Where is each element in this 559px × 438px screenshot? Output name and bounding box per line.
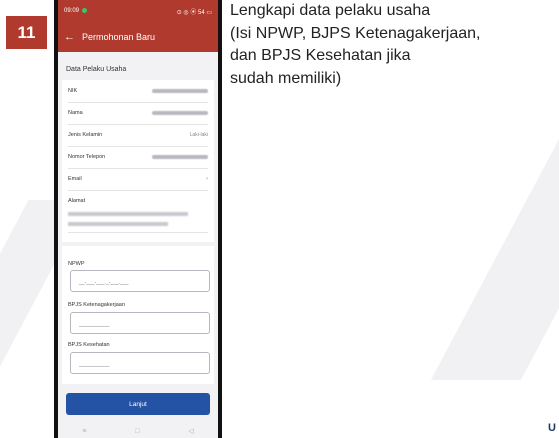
instruction-line: Lengkapi data pelaku usaha [230,2,431,19]
status-time: 09:09 [64,8,80,15]
bpjs-kesehatan-input[interactable]: ___________ [70,352,210,374]
npwp-label: NPWP [68,261,85,267]
arrow-left-icon[interactable]: ← [64,31,75,43]
redacted-address [68,222,168,226]
bpjs-kesehatan-label: BPJS Kesehatan [68,342,110,348]
npwp-placeholder: __-___-___._-___.___ [79,280,129,286]
lanjut-button[interactable]: Lanjut [66,393,210,415]
instruction-line: dan BPJS Kesehatan jika [230,47,411,64]
redacted-value [152,89,208,93]
home-icon[interactable]: □ [135,428,139,435]
field-row-jenis-kelamin: Jenis Kelamin Laki-laki [68,124,208,147]
bpjs-ketenagakerjaan-placeholder: ___________ [79,322,110,328]
system-nav-bar: ≡ □ ◁ [58,424,218,438]
edge-letter: U [548,422,556,434]
section-title: Data Pelaku Usaha [66,66,127,73]
app-bar-title: Permohonan Baru [82,32,156,42]
field-label: NIK [68,88,78,94]
instruction-line: sudah memiliki) [230,69,342,87]
background-decoration [430,120,559,380]
alamat-label: Alamat [68,198,86,204]
field-label: Nama [68,110,83,116]
optional-data-card: NPWP __-___-___._-___.___ BPJS Ketenagak… [62,246,214,384]
instruction-line: (Isi NPWP, BJPS Ketenagakerjaan, [230,24,481,42]
divider [68,232,208,233]
phone-screen: 09:09 ⊙ ◎ ⦿ 54 ▭ ← Permohonan Baru Data … [58,0,218,438]
bpjs-ketenagakerjaan-input[interactable]: ___________ [70,312,210,334]
back-icon[interactable]: ◁ [188,427,193,435]
field-row-nomor-telepon: Nomor Telepon [68,146,208,169]
redacted-value [152,111,208,115]
data-card: NIK Nama Jenis Kelamin Laki-laki Nomor T… [62,80,214,242]
status-bar: 09:09 ⊙ ◎ ⦿ 54 ▭ [58,0,218,22]
redacted-value [152,155,208,159]
phone-frame: 09:09 ⊙ ◎ ⦿ 54 ▭ ← Permohonan Baru Data … [54,0,222,438]
instruction-text: Lengkapi data pelaku usaha (Isi NPWP, BJ… [230,0,550,90]
field-value: Laki-laki [189,132,208,138]
status-icons: ⊙ ◎ ⦿ 54 ▭ [176,9,212,16]
app-bar: ← Permohonan Baru [58,22,218,52]
bpjs-ketenagakerjaan-label: BPJS Ketenagakerjaan [68,302,125,308]
bpjs-kesehatan-placeholder: ___________ [79,362,110,368]
notification-dot-icon [82,7,88,13]
chevron-right-icon: › [206,176,208,182]
step-number-badge: 11 [6,16,47,49]
field-label: Email [68,176,82,182]
field-row-nik: NIK [68,80,208,103]
field-row-email[interactable]: Email › [68,168,208,191]
field-label: Jenis Kelamin [68,132,103,138]
field-row-nama: Nama [68,102,208,125]
npwp-input[interactable]: __-___-___._-___.___ [70,270,210,292]
redacted-address [68,212,188,216]
menu-icon[interactable]: ≡ [82,428,86,435]
field-label: Nomor Telepon [68,154,106,160]
